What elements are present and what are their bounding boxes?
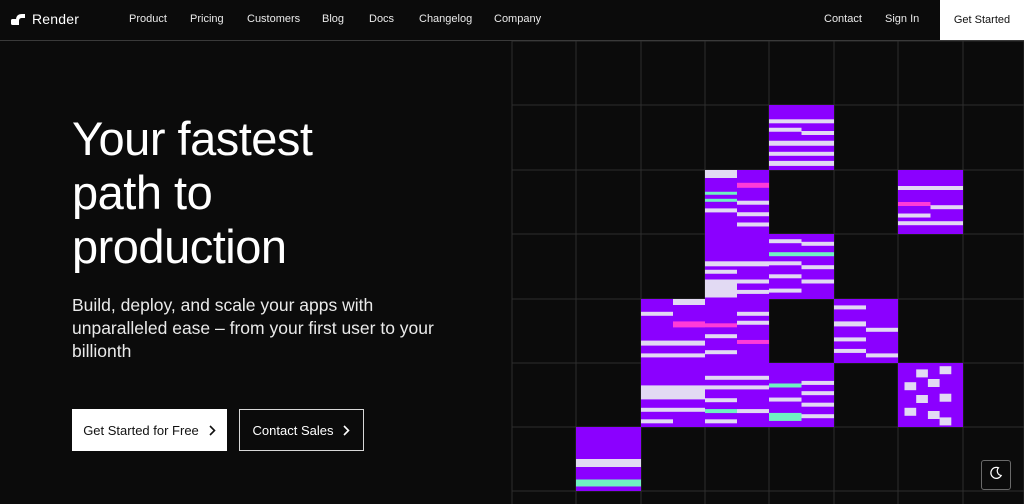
contact-sales-button[interactable]: Contact Sales <box>239 409 364 451</box>
chevron-right-icon <box>209 424 216 436</box>
nav-product[interactable]: Product <box>129 13 167 25</box>
contact-sales-label: Contact Sales <box>252 422 334 438</box>
hero-title-line-2: path to <box>72 166 213 219</box>
hero-subtitle: Build, deploy, and scale your apps with … <box>72 295 434 361</box>
get-started-button[interactable]: Get Started <box>940 0 1024 40</box>
get-started-free-label: Get Started for Free <box>83 422 199 438</box>
nav-blog[interactable]: Blog <box>322 13 344 25</box>
brand-logo[interactable]: Render <box>10 11 79 27</box>
theme-toggle-button[interactable] <box>981 460 1011 490</box>
sign-in-link[interactable]: Sign In <box>885 13 919 25</box>
nav-contact[interactable]: Contact <box>824 13 862 25</box>
hero-title-line-1: Your fastest <box>72 112 313 165</box>
get-started-free-button[interactable]: Get Started for Free <box>72 409 227 451</box>
hero-title: Your fastest path to production <box>72 112 452 274</box>
chevron-right-icon <box>343 424 351 436</box>
nav-changelog[interactable]: Changelog <box>419 13 472 25</box>
top-navigation: Render Product Pricing Customers Blog Do… <box>0 0 1024 41</box>
moon-icon <box>989 466 1003 485</box>
nav-customers[interactable]: Customers <box>247 13 300 25</box>
nav-pricing[interactable]: Pricing <box>190 13 224 25</box>
hero-title-line-3: production <box>72 220 287 273</box>
render-logo-icon <box>10 11 26 27</box>
nav-docs[interactable]: Docs <box>369 13 394 25</box>
nav-company[interactable]: Company <box>494 13 541 25</box>
brand-name: Render <box>32 11 80 27</box>
